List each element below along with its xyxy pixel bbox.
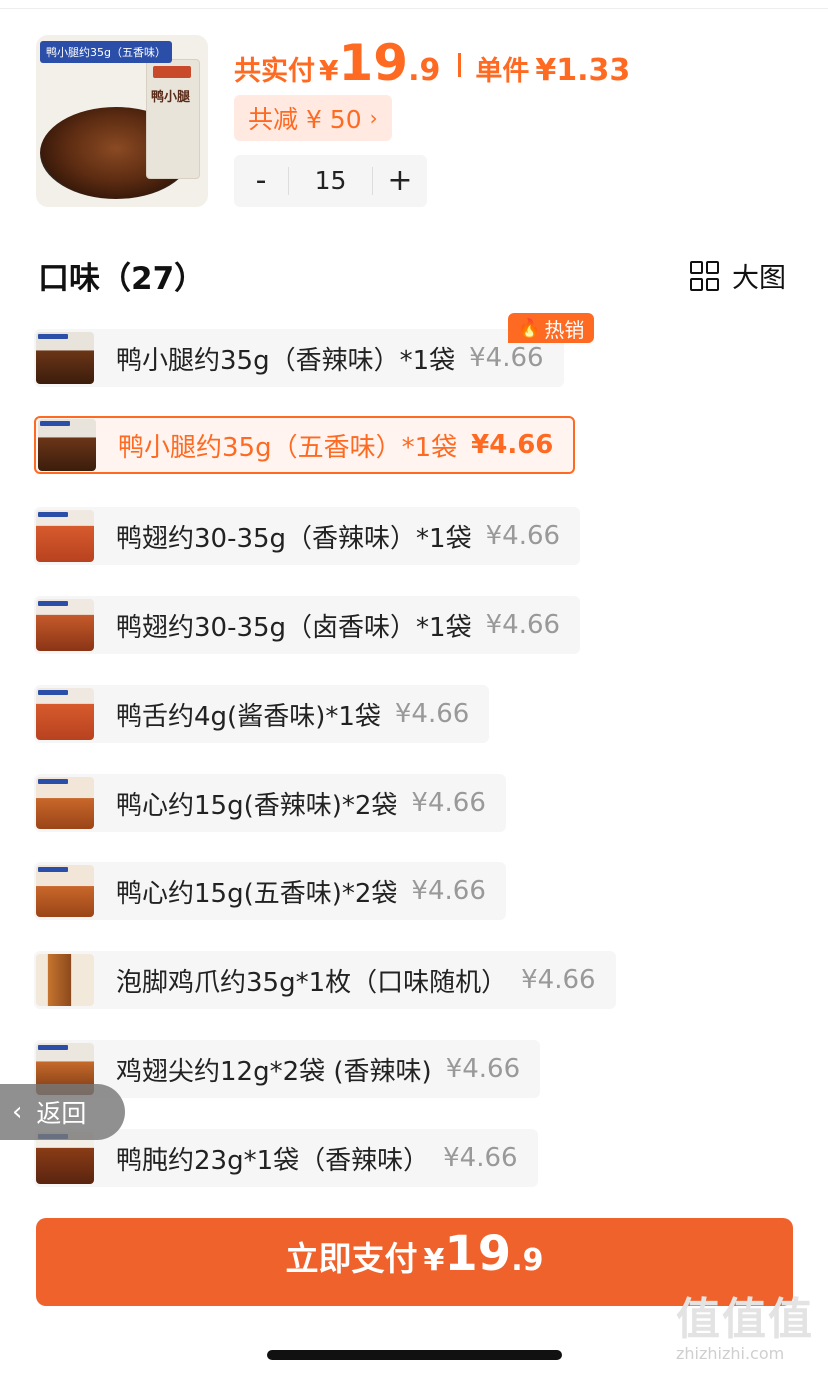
flavor-thumbnail [36, 865, 94, 917]
flavor-name: 鸭翅约30-35g（卤香味）*1袋 [116, 612, 472, 643]
flavor-thumbnail [36, 777, 94, 829]
product-thumbnail[interactable]: 鸭小腿 鸭小腿约35g（五香味） [36, 35, 208, 207]
currency-symbol: ¥ [319, 54, 339, 87]
flame-icon: 🔥 [518, 317, 541, 339]
flavor-name: 鸭心约15g(香辣味)*2袋 [116, 790, 398, 821]
flavor-thumbnail [36, 954, 94, 1006]
decrease-button[interactable]: - [234, 155, 288, 207]
quantity-value[interactable]: 15 [288, 167, 373, 195]
flavor-option[interactable]: 泡脚鸡爪约35g*1枚（口味随机） ¥4.66 [34, 951, 616, 1009]
divider [458, 53, 462, 77]
watermark: 值值值 zhizhizhi.com [676, 1296, 826, 1376]
total-price-decimal: .9 [408, 53, 441, 88]
total-price-integer: 19 [338, 34, 409, 92]
flavor-option[interactable]: 鸭舌约4g(酱香味)*1袋 ¥4.66 [34, 685, 490, 743]
flavor-name: 泡脚鸡爪约35g*1枚（口味随机） [116, 967, 508, 998]
back-label: 返回 [36, 1099, 87, 1128]
flavor-option-selected[interactable]: 鸭小腿约35g（五香味）*1袋 ¥4.66 [34, 416, 576, 474]
flavor-thumbnail [36, 688, 94, 740]
flavor-option[interactable]: 鸭肫约23g*1袋（香辣味） ¥4.66 [34, 1129, 538, 1187]
unit-price: ¥1.33 [535, 53, 631, 88]
top-divider [0, 0, 828, 9]
flavor-name: 鸭小腿约35g（香辣味）*1袋 [116, 345, 456, 376]
pay-now-label: 立即支付 [285, 1239, 418, 1278]
flavor-name: 鸭肫约23g*1袋（香辣味） [116, 1145, 430, 1176]
home-indicator [267, 1350, 562, 1360]
flavor-name: 鸭心约15g(五香味)*2袋 [116, 878, 398, 909]
watermark-logo: 值值值 [676, 1294, 814, 1345]
flavor-price: ¥4.66 [445, 1054, 521, 1084]
pay-price-integer: 19 [444, 1226, 512, 1282]
pay-now-button[interactable]: 立即支付 ¥ 19 .9 [36, 1218, 793, 1306]
flavor-thumbnail [36, 332, 94, 384]
flavor-thumbnail [38, 419, 96, 471]
flavor-price: ¥4.66 [521, 965, 596, 995]
quantity-stepper[interactable]: - 15 + [234, 155, 427, 207]
total-pay-label: 共实付 [234, 56, 315, 87]
pay-currency: ¥ [423, 1243, 445, 1278]
flavor-name: 鸭小腿约35g（五香味）*1袋 [118, 432, 458, 463]
brand-logo [153, 66, 191, 78]
chevron-left-icon: ‹ [12, 1097, 23, 1127]
flavor-thumbnail [36, 599, 94, 651]
back-button[interactable]: ‹ 返回 [0, 1084, 125, 1140]
flavor-price: ¥4.66 [485, 610, 561, 640]
chevron-right-icon: › [369, 106, 378, 130]
flavor-price: ¥4.66 [471, 430, 554, 460]
pay-price-decimal: .9 [511, 1243, 544, 1278]
flavor-option[interactable]: 鸭翅约30-35g（卤香味）*1袋 ¥4.66 [34, 596, 581, 654]
flavor-price: ¥4.66 [411, 876, 486, 906]
flavor-name: 鸭舌约4g(酱香味)*1袋 [116, 701, 381, 732]
watermark-url: zhizhizhi.com [676, 1344, 785, 1363]
unit-price-label: 单件 [475, 56, 530, 87]
flavor-name: 鸭翅约30-35g（香辣味）*1袋 [116, 523, 472, 554]
big-view-toggle[interactable]: 大图 [690, 256, 786, 295]
increase-button[interactable]: + [373, 155, 427, 207]
flavor-thumbnail [36, 510, 94, 562]
hot-sale-badge: 🔥 热销 [508, 313, 595, 343]
package-image: 鸭小腿 [146, 59, 200, 179]
flavor-option[interactable]: 鸭翅约30-35g（香辣味）*1袋 ¥4.66 [34, 507, 581, 565]
package-text: 鸭小腿 [151, 90, 191, 105]
flavor-price: ¥4.66 [485, 521, 561, 551]
price-summary: 共实付 ¥ 19 .9 单件 ¥1.33 [234, 38, 630, 92]
flavor-option[interactable]: 鸭小腿约35g（香辣味）*1袋 ¥4.66 [34, 329, 564, 387]
flavor-option[interactable]: 鸭心约15g(香辣味)*2袋 ¥4.66 [34, 774, 506, 832]
discount-text: 共减 ¥ 50 [248, 105, 362, 134]
flavor-name: 鸡翅尖约12g*2袋 (香辣味) [116, 1056, 432, 1087]
flavor-price: ¥4.66 [443, 1143, 518, 1173]
flavor-option[interactable]: 鸭心约15g(五香味)*2袋 ¥4.66 [34, 862, 506, 920]
hot-sale-label: 热销 [544, 317, 585, 342]
big-view-label: 大图 [732, 263, 786, 294]
discount-detail-button[interactable]: 共减 ¥ 50 › [234, 95, 392, 141]
product-tag: 鸭小腿约35g（五香味） [40, 41, 172, 63]
flavor-price: ¥4.66 [469, 343, 544, 373]
flavor-section-title: 口味（27） [38, 261, 206, 297]
flavor-price: ¥4.66 [394, 699, 470, 729]
flavor-price: ¥4.66 [411, 788, 486, 818]
grid-icon [690, 260, 719, 291]
